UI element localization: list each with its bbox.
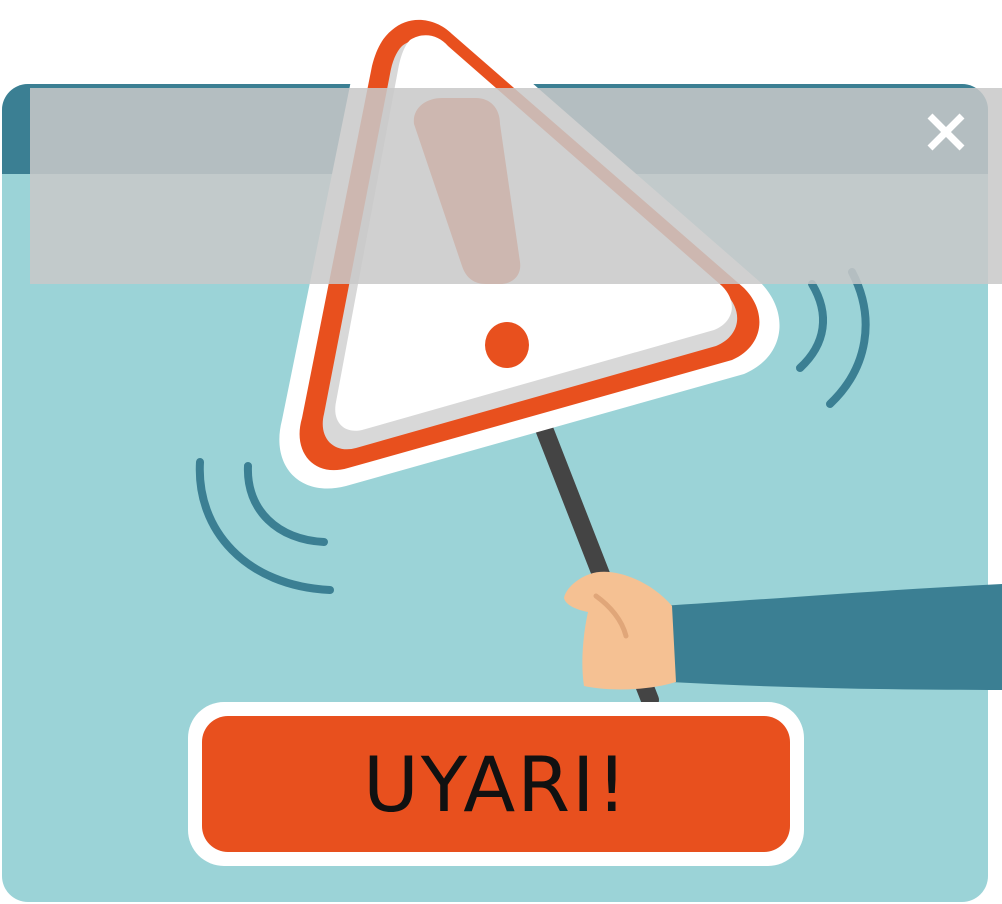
shake-line-right-inner (796, 280, 827, 372)
gray-overlay-banner (30, 88, 1002, 284)
close-icon (927, 113, 965, 151)
hand (564, 571, 676, 690)
arm-sleeve (660, 584, 1002, 690)
warning-label-container: UYARI! (188, 702, 804, 866)
shake-line-right-outer (826, 268, 870, 408)
warning-popup-scene: UYARI! (0, 0, 1002, 904)
exclamation-dot (485, 322, 529, 368)
warning-label: UYARI! (202, 716, 790, 852)
close-button[interactable] (918, 104, 974, 160)
